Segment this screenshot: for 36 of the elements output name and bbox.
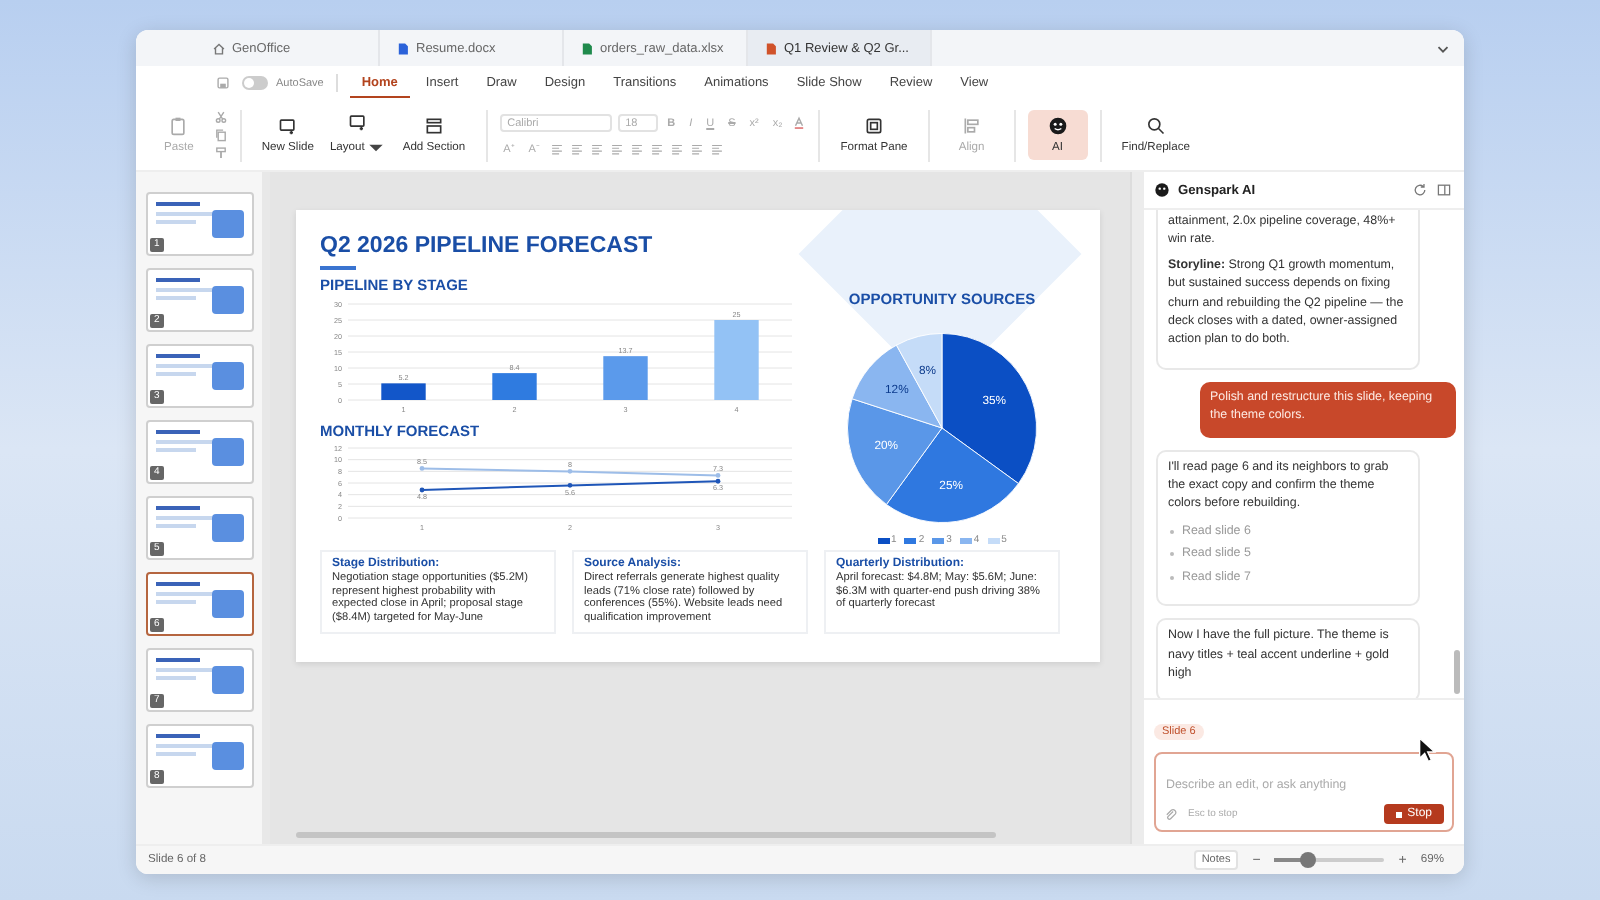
paintbrush-icon[interactable]: [213, 146, 228, 160]
mouse-pointer-icon: [1418, 736, 1438, 764]
document-icon: [764, 41, 778, 55]
pane-icon: [864, 116, 885, 136]
panel-splitter[interactable]: [1130, 172, 1144, 844]
autosave-toggle[interactable]: [242, 76, 268, 90]
vertical-scrollbar[interactable]: [1454, 650, 1460, 694]
align-icon: [961, 116, 982, 136]
document-icon: [580, 41, 594, 55]
zoom-slider-thumb[interactable]: [1299, 852, 1316, 868]
assistant-logo-icon: [1154, 182, 1170, 198]
data-point: [419, 465, 425, 470]
legend-swatch: [987, 537, 1000, 543]
slide-icon: [348, 112, 369, 132]
attachment-icon[interactable]: [1164, 807, 1178, 821]
section-icon: [423, 116, 444, 136]
data-point: [419, 486, 425, 492]
legend-swatch: [877, 537, 890, 543]
document-icon: [396, 41, 410, 55]
horizontal-scrollbar[interactable]: [296, 832, 996, 838]
save-icon[interactable]: [216, 76, 230, 90]
slide-icon: [277, 116, 298, 136]
legend-swatch: [959, 537, 972, 543]
scissors-icon[interactable]: [213, 110, 228, 124]
panel-icon[interactable]: [1436, 182, 1452, 198]
copy-icon[interactable]: [213, 128, 228, 142]
home-icon: [212, 41, 226, 55]
legend-swatch: [932, 537, 945, 543]
search-icon: [1145, 116, 1166, 136]
slide-title: Q2 2026 PIPELINE FORECAST: [320, 234, 655, 258]
smiley-face-icon: [1047, 116, 1068, 136]
data-point: [567, 467, 573, 473]
refresh-icon[interactable]: [1412, 182, 1428, 198]
data-point: [567, 481, 573, 487]
legend-swatch: [904, 537, 917, 543]
clipboard-icon: [168, 116, 189, 136]
